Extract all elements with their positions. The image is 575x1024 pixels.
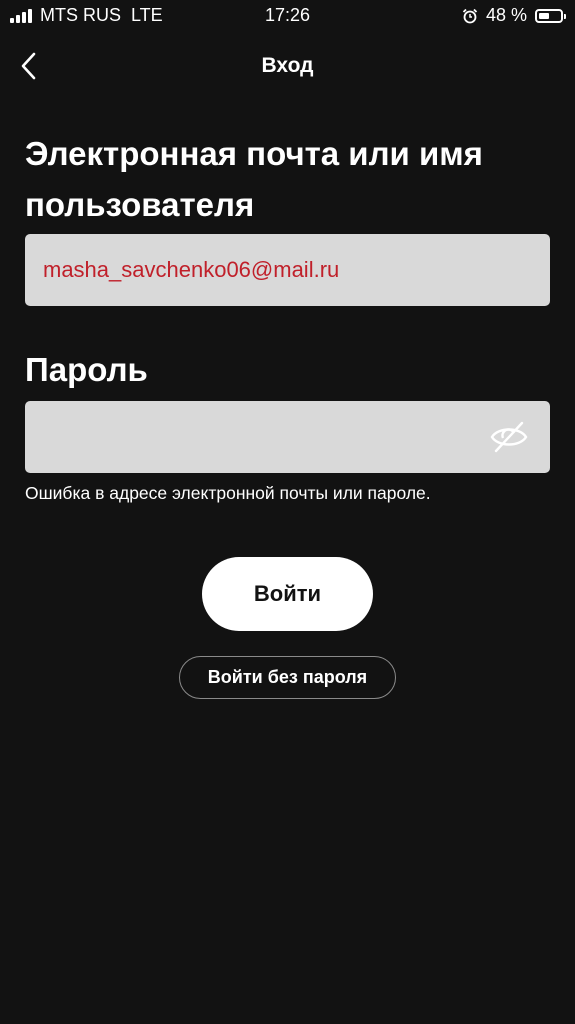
status-bar: MTS RUS LTE 17:26 48 %	[0, 0, 575, 32]
email-field[interactable]	[25, 234, 550, 306]
password-field-container	[25, 401, 550, 473]
error-message: Ошибка в адресе электронной почты или па…	[25, 483, 431, 503]
eye-off-icon	[490, 421, 528, 453]
login-button[interactable]: Войти	[202, 557, 373, 631]
battery-level	[539, 12, 549, 19]
login-screen: MTS RUS LTE 17:26 48 % Вход Электронная …	[0, 0, 575, 1024]
alarm-icon	[462, 8, 478, 23]
login-without-password-button[interactable]: Войти без пароля	[179, 656, 396, 699]
nav-header: Вход	[0, 40, 575, 92]
password-label: Пароль	[25, 351, 148, 388]
password-visibility-toggle[interactable]	[490, 419, 528, 455]
password-field[interactable]	[25, 401, 550, 473]
battery-icon	[535, 8, 566, 23]
page-title: Вход	[261, 54, 314, 77]
battery-percentage: 48 %	[485, 5, 527, 25]
email-label: Электронная почта или имя пользователя	[25, 135, 483, 223]
status-bar-right: 48 %	[462, 5, 566, 26]
email-field-container	[25, 234, 550, 306]
